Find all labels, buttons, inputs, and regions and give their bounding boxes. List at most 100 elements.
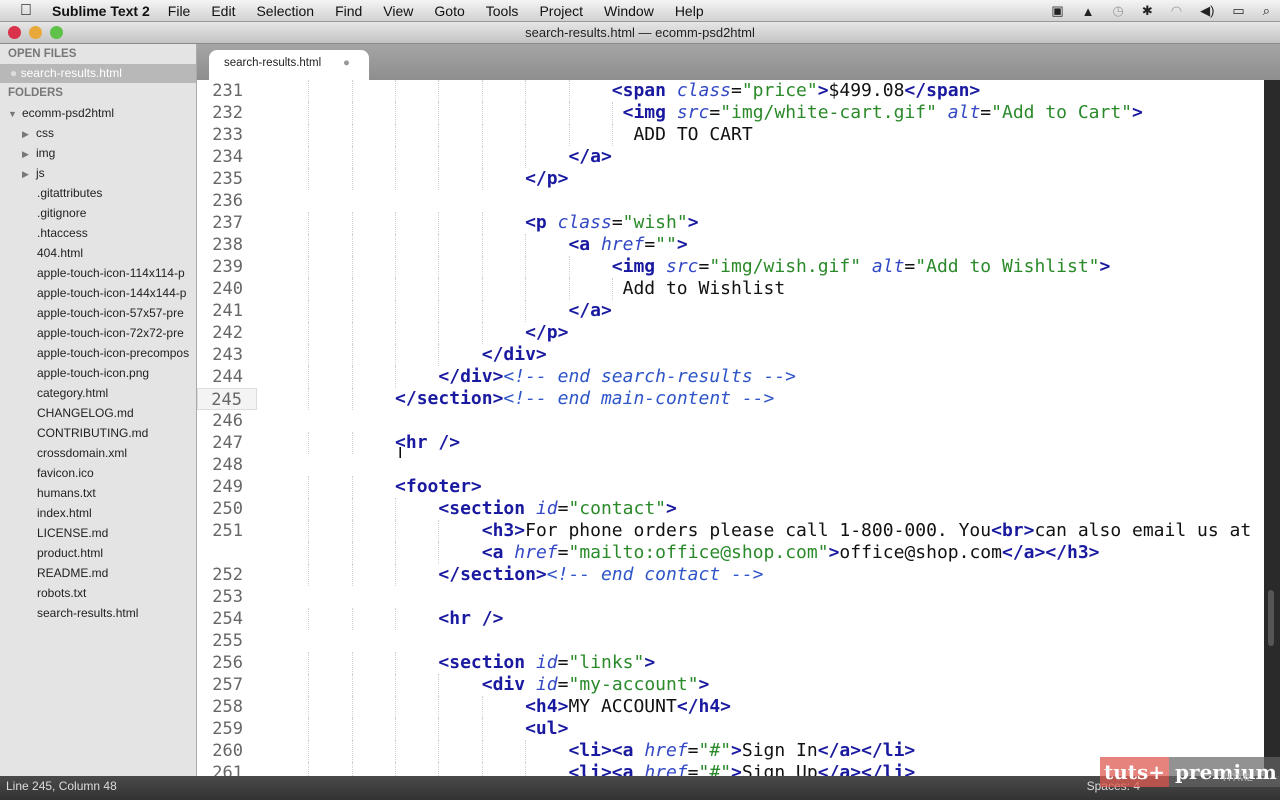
syntax-mode[interactable]: HTML [1223, 763, 1253, 793]
text-cursor-icon: I [398, 445, 403, 462]
menu-window[interactable]: Window [604, 3, 654, 19]
window-titlebar: search-results.html — ecomm-psd2html [0, 22, 1280, 44]
code-token: > [676, 234, 688, 255]
line-number: 245 [197, 388, 257, 410]
open-file-item[interactable]: ● search-results.html [0, 64, 196, 83]
code-token: "price" [741, 80, 818, 101]
file-item[interactable]: humans.txt [0, 483, 196, 503]
menu-edit[interactable]: Edit [211, 3, 235, 19]
indent-guide [438, 212, 440, 234]
file-item[interactable]: robots.txt [0, 583, 196, 603]
folder-js[interactable]: ▶ js [0, 163, 196, 183]
indent-guide [308, 520, 310, 542]
line-code: <section id="links"> [257, 652, 655, 674]
code-token: = [687, 740, 699, 761]
folder-css[interactable]: ▶ css [0, 123, 196, 143]
line-number: 255 [212, 631, 243, 651]
indent-guide [351, 146, 353, 168]
bluetooth-icon[interactable]: ✱ [1142, 3, 1153, 19]
apple-menu-icon[interactable]:  [0, 2, 52, 20]
menu-selection[interactable]: Selection [256, 3, 314, 19]
file-item[interactable]: apple-touch-icon.png [0, 363, 196, 383]
indent-guide [308, 80, 310, 102]
indent-guide [568, 124, 570, 146]
code-token: > [731, 740, 742, 761]
menu-find[interactable]: Find [335, 3, 362, 19]
folder-img[interactable]: ▶ img [0, 143, 196, 163]
indent-guide [395, 102, 397, 124]
line-code: <footer> [257, 476, 482, 498]
adobe-icon[interactable]: ▲ [1082, 4, 1095, 19]
time-machine-icon[interactable]: ◷ [1113, 3, 1124, 19]
file-item[interactable]: README.md [0, 563, 196, 583]
code-token: "mailto:office@shop.com" [568, 542, 829, 563]
file-item[interactable]: search-results.html [0, 603, 196, 623]
unsaved-dot-icon[interactable]: ● [343, 50, 350, 76]
menu-project[interactable]: Project [539, 3, 583, 19]
wifi-icon[interactable]: ◠ [1171, 3, 1182, 19]
line-number: 257 [212, 675, 243, 695]
code-line: 254 <hr /> [197, 608, 1264, 630]
screen-record-icon[interactable]: ▣ [1051, 3, 1063, 19]
file-item[interactable]: apple-touch-icon-precompos [0, 343, 196, 363]
indent-guide [395, 718, 397, 740]
menu-goto[interactable]: Goto [434, 3, 464, 19]
indent-guide [438, 234, 440, 256]
folder-label: js [36, 166, 45, 180]
file-item[interactable]: favicon.ico [0, 463, 196, 483]
menu-tools[interactable]: Tools [486, 3, 519, 19]
file-item[interactable]: .gitignore [0, 203, 196, 223]
code-line: 251 <h3>For phone orders please call 1-8… [197, 520, 1264, 542]
volume-icon[interactable]: ◀) [1200, 3, 1214, 19]
indent-guide [438, 344, 440, 366]
code-line: 241 </a> [197, 300, 1264, 322]
app-menu[interactable]: Sublime Text 2 [52, 3, 150, 19]
file-item[interactable]: CHANGELOG.md [0, 403, 196, 423]
menu-file[interactable]: File [168, 3, 191, 19]
file-item[interactable]: category.html [0, 383, 196, 403]
minimize-window-button[interactable] [29, 26, 42, 39]
code-token: = [557, 674, 569, 695]
tab-search-results[interactable]: search-results.html ● [209, 50, 369, 80]
spotlight-search-icon[interactable]: ⌕ [1263, 3, 1270, 19]
file-item[interactable]: apple-touch-icon-72x72-pre [0, 323, 196, 343]
code-token: <!-- end contact --> [546, 564, 764, 585]
indent-guide [351, 564, 353, 586]
open-files-heading: OPEN FILES [8, 48, 77, 60]
file-item[interactable]: apple-touch-icon-114x114-p [0, 263, 196, 283]
battery-icon[interactable]: ▭ [1232, 3, 1244, 19]
file-item[interactable]: crossdomain.xml [0, 443, 196, 463]
file-item[interactable]: index.html [0, 503, 196, 523]
close-window-button[interactable] [8, 26, 21, 39]
zoom-window-button[interactable] [50, 26, 63, 39]
menu-view[interactable]: View [383, 3, 413, 19]
indent-guide [481, 146, 483, 168]
indent-guide [308, 102, 310, 124]
scrollbar-thumb[interactable] [1268, 590, 1274, 646]
file-item[interactable]: 404.html [0, 243, 196, 263]
code-token: <br> [991, 520, 1035, 541]
menu-help[interactable]: Help [675, 3, 704, 19]
code-editor[interactable]: 231 <span class="price">$499.08</span> 23… [197, 80, 1264, 776]
minimap-scrollbar[interactable] [1264, 80, 1280, 776]
file-item[interactable]: LICENSE.md [0, 523, 196, 543]
indent-guide [525, 740, 527, 762]
code-token: <span [611, 80, 666, 101]
folder-root[interactable]: ▼ ecomm-psd2html [0, 103, 196, 123]
indent-guide [395, 652, 397, 674]
file-item[interactable]: .gitattributes [0, 183, 196, 203]
indent-guide [481, 168, 483, 190]
indent-guide [525, 80, 527, 102]
indent-guide [308, 300, 310, 322]
file-item[interactable]: apple-touch-icon-144x144-p [0, 283, 196, 303]
file-item[interactable]: CONTRIBUTING.md [0, 423, 196, 443]
indent-guide [351, 322, 353, 344]
file-item[interactable]: product.html [0, 543, 196, 563]
code-line: 242 </p> [197, 322, 1264, 344]
file-item[interactable]: .htaccess [0, 223, 196, 243]
file-item[interactable]: apple-touch-icon-57x57-pre [0, 303, 196, 323]
indent-guide [481, 256, 483, 278]
